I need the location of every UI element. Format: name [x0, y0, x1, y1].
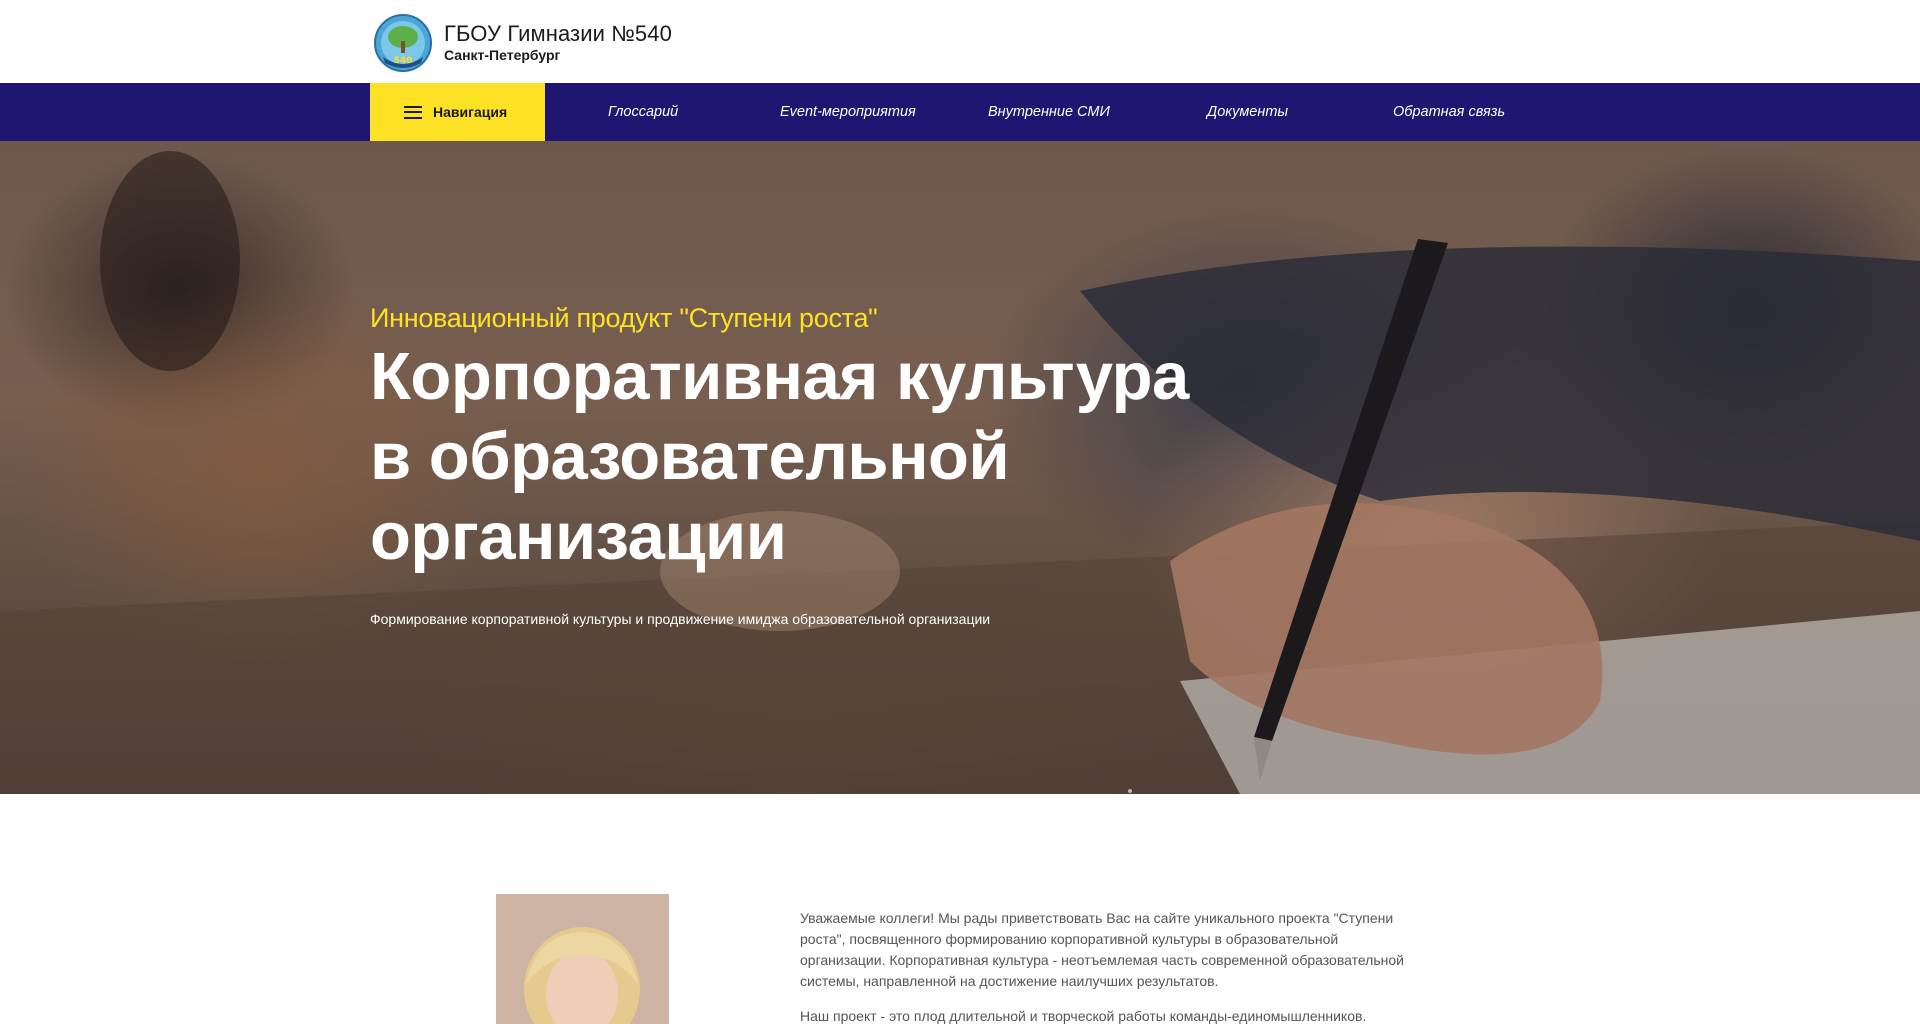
- portrait-photo: [496, 894, 669, 1024]
- intro-paragraph-2: Наш проект - это плод длительной и творч…: [800, 1008, 1367, 1024]
- nav-link-events[interactable]: Event-мероприятия: [780, 83, 916, 141]
- hero-banner: Инновационный продукт "Ступени роста" Ко…: [0, 141, 1920, 794]
- nav-link-glossary[interactable]: Глоссарий: [608, 83, 678, 141]
- school-name[interactable]: ГБОУ Гимназии №540: [444, 21, 672, 47]
- intro-paragraph-1: Уважаемые коллеги! Мы рады приветствоват…: [800, 910, 1404, 989]
- hero-description: Формирование корпоративной культуры и пр…: [370, 611, 991, 627]
- school-city: Санкт-Петербург: [444, 47, 561, 63]
- hero-title-line-2: в образовательной: [370, 419, 1010, 494]
- nav-link-feedback[interactable]: Обратная связь: [1393, 83, 1505, 141]
- main-nav: Навигация Глоссарий Event-мероприятия Вн…: [0, 83, 1920, 141]
- director-portrait: [496, 894, 669, 1024]
- intro-section: Уважаемые коллеги! Мы рады приветствоват…: [0, 794, 1920, 1024]
- navigation-menu-label: Навигация: [433, 104, 508, 120]
- intro-text: Уважаемые коллеги! Мы рады приветствоват…: [800, 908, 1410, 1024]
- hamburger-icon: [404, 105, 422, 119]
- slider-indicator[interactable]: [1128, 789, 1132, 793]
- navigation-menu-button[interactable]: Навигация: [370, 83, 545, 141]
- nav-link-internal-media[interactable]: Внутренние СМИ: [988, 83, 1110, 141]
- svg-text:540: 540: [394, 56, 413, 66]
- hero-subtitle: Инновационный продукт "Ступени роста": [370, 303, 878, 333]
- hero-title: Корпоративная культура в образовательной…: [370, 337, 1270, 577]
- nav-link-documents[interactable]: Документы: [1207, 83, 1288, 141]
- site-header: 540 ГБОУ Гимназии №540 Санкт-Петербург: [0, 0, 1920, 83]
- school-logo[interactable]: 540: [373, 13, 433, 73]
- hero-title-line-1: Корпоративная культура: [370, 339, 1189, 414]
- hero-title-line-3: организации: [370, 499, 787, 574]
